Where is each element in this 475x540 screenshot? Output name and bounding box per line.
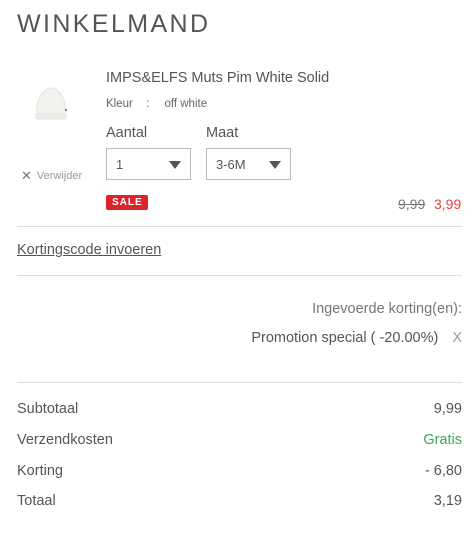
beanie-hat-icon xyxy=(35,87,68,120)
applied-discounts-title: Ingevoerde korting(en): xyxy=(312,301,462,317)
product-name[interactable]: IMPS&ELFS Muts Pim White Solid xyxy=(106,70,329,86)
divider xyxy=(17,226,462,227)
cart-page: WINKELMAND ✕ Verwijder IMPS&ELFS Muts Pi… xyxy=(0,0,475,540)
divider xyxy=(17,275,462,276)
page-title: WINKELMAND xyxy=(17,10,211,38)
color-value: off white xyxy=(164,98,208,110)
subtotal-value: 9,99 xyxy=(433,401,462,417)
old-price: 9,99 xyxy=(398,196,426,212)
size-value: 3-6M xyxy=(216,157,246,172)
remove-label: Verwijder xyxy=(36,169,83,182)
close-icon: ✕ xyxy=(21,168,32,183)
discount-code-link[interactable]: Kortingscode invoeren xyxy=(17,242,161,258)
applied-promo: Promotion special ( -20.00%) X xyxy=(251,330,462,346)
promo-label: Promotion special ( -20.00%) xyxy=(251,330,439,346)
size-label: Maat xyxy=(206,125,239,141)
color-separator: : xyxy=(146,98,150,110)
chevron-down-icon xyxy=(269,161,281,169)
subtotal-label: Subtotaal xyxy=(17,401,79,417)
product-color: Kleur : off white xyxy=(106,98,207,110)
shipping-label: Verzendkosten xyxy=(17,432,113,448)
quantity-label: Aantal xyxy=(106,125,148,141)
quantity-value: 1 xyxy=(116,157,124,172)
total-label: Totaal xyxy=(17,493,56,509)
quantity-select[interactable]: 1 xyxy=(106,148,191,180)
remove-promo-button[interactable]: X xyxy=(452,330,462,346)
color-label: Kleur xyxy=(106,98,133,110)
product-image[interactable] xyxy=(25,80,77,128)
chevron-down-icon xyxy=(169,161,181,169)
new-price: 3,99 xyxy=(434,196,462,212)
discount-label: Korting xyxy=(17,463,63,479)
remove-item-button[interactable]: ✕ Verwijder xyxy=(21,169,82,182)
discount-value: - 6,80 xyxy=(424,463,462,479)
size-select[interactable]: 3-6M xyxy=(206,148,291,180)
total-value: 3,19 xyxy=(433,493,462,509)
divider xyxy=(17,382,462,383)
sale-badge: SALE xyxy=(106,195,148,210)
shipping-value: Gratis xyxy=(423,432,462,448)
